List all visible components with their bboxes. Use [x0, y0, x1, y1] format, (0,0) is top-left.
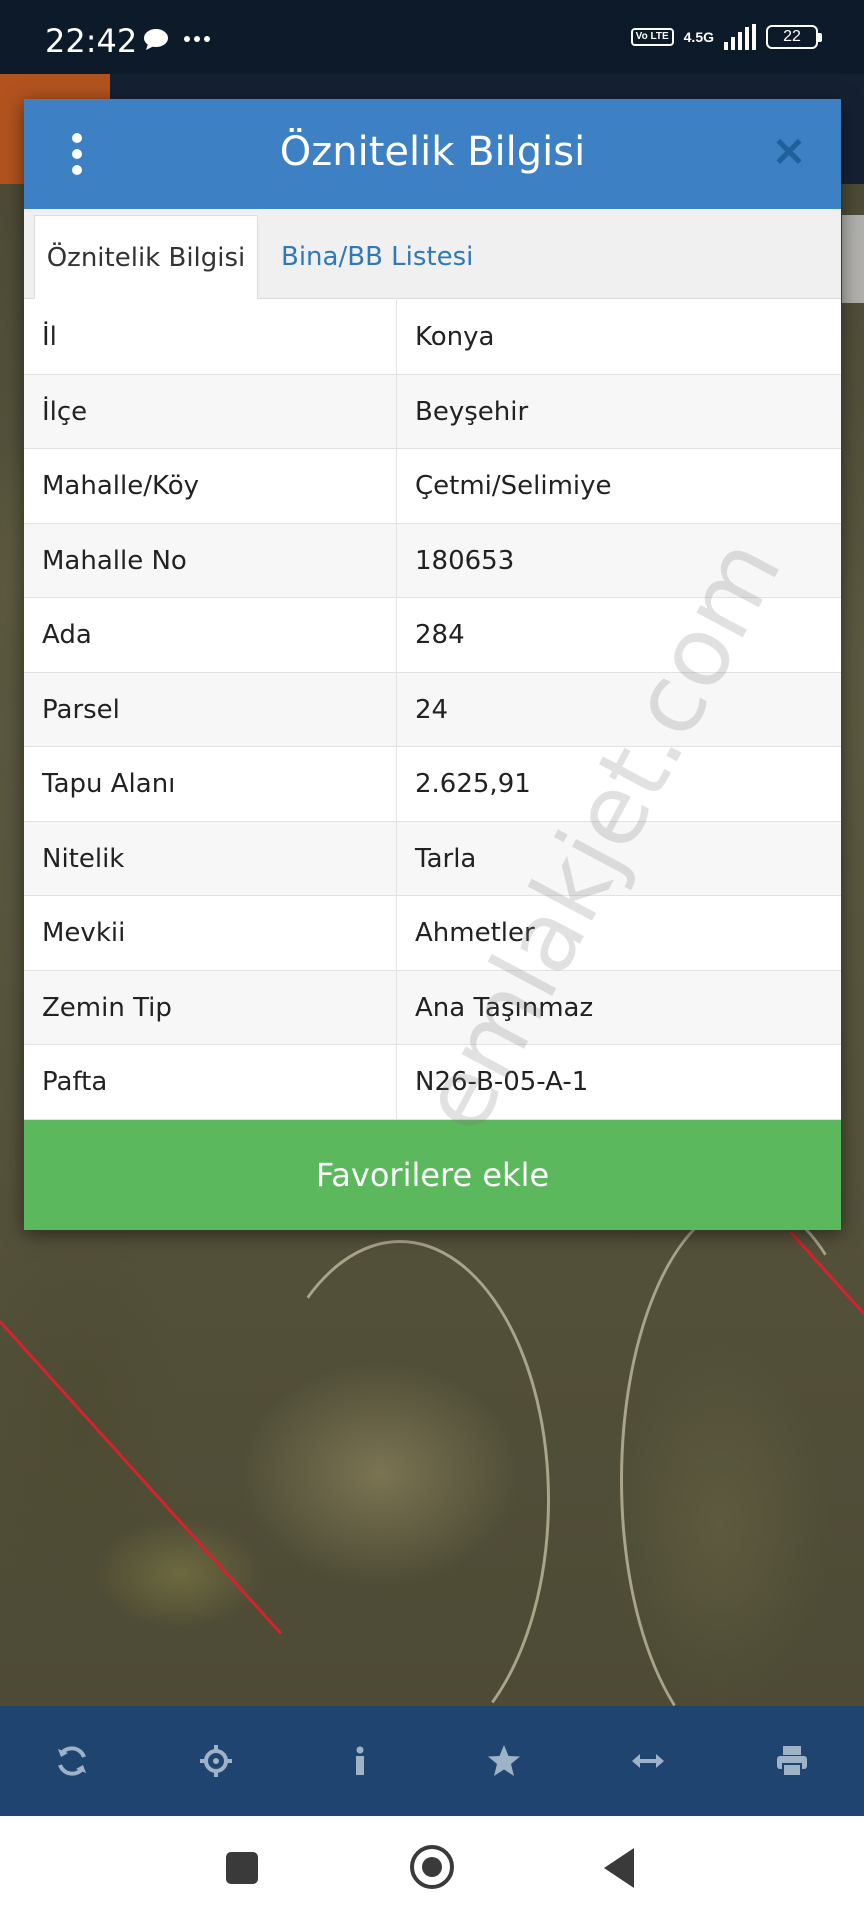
signal-icon: [724, 24, 756, 50]
row-value: Konya: [415, 322, 495, 352]
row-key: Mevkii: [24, 896, 397, 970]
row-value: 180653: [415, 545, 515, 576]
table-row: Mahalle No 180653: [24, 523, 841, 598]
locate-button[interactable]: [176, 1721, 256, 1801]
row-value: Çetmi/Selimiye: [415, 471, 612, 501]
table-row: İlçe Beyşehir: [24, 374, 841, 449]
table-row: Pafta N26-B-05-A-1: [24, 1045, 841, 1120]
table-row: Parsel 24: [24, 672, 841, 747]
row-key: İlçe: [24, 374, 397, 448]
favorites-button[interactable]: [464, 1721, 544, 1801]
print-icon: [777, 1746, 807, 1777]
network-type: 4.5G: [683, 29, 714, 45]
notification-icons: [143, 28, 211, 50]
tab-building-list[interactable]: Bina/BB Listesi: [281, 215, 473, 299]
row-value: 2.625,91: [415, 769, 531, 799]
status-bar: 22:42 Vo LTE 4.5G 22: [0, 0, 864, 74]
row-key: Ada: [24, 598, 397, 672]
row-key: Mahalle No: [24, 523, 397, 597]
close-icon[interactable]: ✕: [765, 125, 813, 181]
info-icon: [356, 1746, 364, 1775]
print-button[interactable]: [752, 1721, 832, 1801]
attribute-table: İl Konya İlçe Beyşehir Mahalle/Köy Çetmi/Se…: [24, 300, 841, 1120]
row-key: Tapu Alanı: [24, 747, 397, 821]
measure-icon: [632, 1754, 664, 1768]
attribute-dialog: Öznitelik Bilgisi ✕ Öznitelik Bilgisi Bi…: [24, 99, 841, 1230]
locate-icon: [200, 1745, 232, 1777]
volte-badge: Vo LTE: [630, 28, 674, 46]
row-key: İl: [24, 300, 397, 374]
row-value: Ana Taşınmaz: [415, 992, 594, 1023]
refresh-icon: [58, 1746, 86, 1776]
table-row: Mahalle/Köy Çetmi/Selimiye: [24, 449, 841, 524]
refresh-button[interactable]: [32, 1721, 112, 1801]
info-button[interactable]: [320, 1721, 400, 1801]
row-value: Ahmetler: [415, 918, 535, 948]
dialog-title: Öznitelik Bilgisi: [279, 129, 586, 175]
status-time: 22:42: [45, 22, 138, 60]
table-row: İl Konya: [24, 300, 841, 375]
system-nav-bar: [0, 1816, 864, 1920]
tab-bar: Öznitelik Bilgisi Bina/BB Listesi: [24, 209, 841, 299]
row-key: Nitelik: [24, 821, 397, 895]
recent-apps-button[interactable]: [226, 1852, 258, 1884]
row-key: Pafta: [24, 1045, 397, 1119]
row-value: Beyşehir: [415, 396, 529, 427]
row-value: N26-B-05-A-1: [415, 1067, 589, 1097]
table-row: Mevkii Ahmetler: [24, 896, 841, 971]
more-dots-icon: [184, 36, 210, 42]
back-button[interactable]: [604, 1848, 634, 1888]
map-road: [250, 1240, 550, 1760]
add-to-favorites-button[interactable]: Favorilere ekle: [24, 1120, 841, 1230]
measure-button[interactable]: [608, 1721, 688, 1801]
star-icon: [488, 1745, 520, 1776]
map-scrollbar[interactable]: [842, 215, 864, 303]
row-key: Zemin Tip: [24, 970, 397, 1044]
map-toolbar: [0, 1706, 864, 1816]
table-row: Zemin Tip Ana Taşınmaz: [24, 970, 841, 1045]
table-row: Ada 284: [24, 598, 841, 673]
row-key: Parsel: [24, 672, 397, 746]
status-right: Vo LTE 4.5G 22: [630, 24, 822, 50]
tab-attribute-info[interactable]: Öznitelik Bilgisi: [34, 215, 258, 299]
dialog-header: Öznitelik Bilgisi ✕: [24, 99, 841, 209]
table-row: Nitelik Tarla: [24, 821, 841, 896]
row-value: Tarla: [415, 843, 477, 874]
row-key: Mahalle/Köy: [24, 449, 397, 523]
row-value: 24: [415, 694, 449, 725]
row-value: 284: [415, 620, 465, 650]
map-road: [620, 1200, 864, 1760]
battery-icon: 22: [766, 25, 822, 49]
table-row: Tapu Alanı 2.625,91: [24, 747, 841, 822]
chat-bubble-icon: [144, 29, 168, 50]
home-button[interactable]: [410, 1845, 454, 1889]
